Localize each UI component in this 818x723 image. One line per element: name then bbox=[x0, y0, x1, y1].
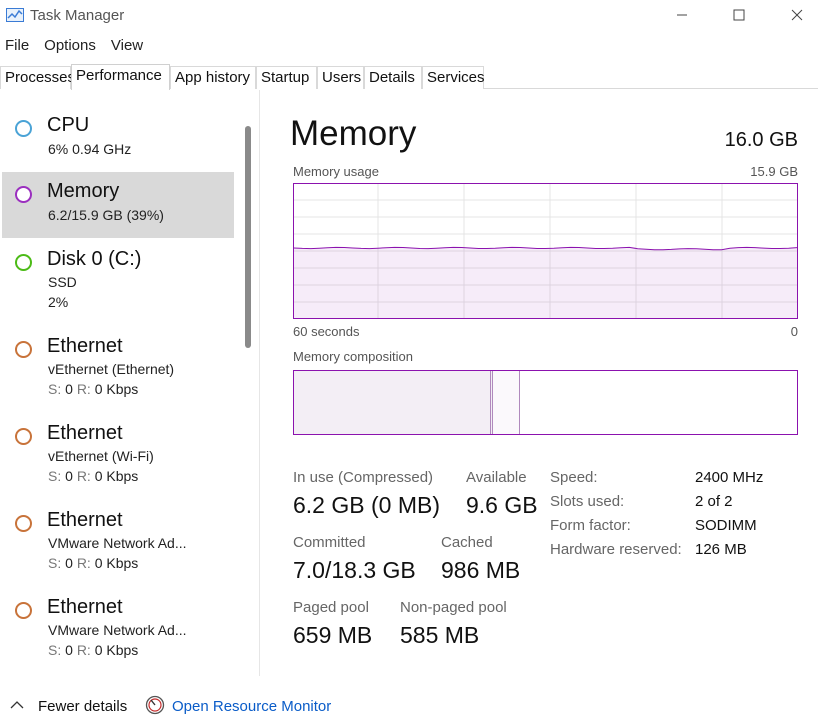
tab-strip: Processes Performance App history Startu… bbox=[0, 64, 818, 90]
tab-app-history[interactable]: App history bbox=[170, 66, 256, 89]
time-axis-right: 0 bbox=[790, 324, 798, 339]
usage-area bbox=[294, 247, 797, 318]
throughput: S: 0 R: 0 Kbps bbox=[48, 642, 139, 658]
composition-standby bbox=[493, 371, 520, 434]
title-bar: Task Manager bbox=[0, 0, 818, 32]
composition-in-use bbox=[294, 371, 491, 434]
maximize-icon bbox=[733, 9, 745, 21]
memory-composition-bar bbox=[293, 370, 798, 435]
resource-monitor-icon[interactable] bbox=[145, 695, 165, 715]
memory-usage-chart bbox=[294, 184, 797, 318]
cpu-indicator-icon bbox=[15, 120, 32, 137]
resource-detail: SSD bbox=[48, 274, 77, 290]
resource-ethernet[interactable]: Ethernet VMware Network Ad... S: 0 R: 0 … bbox=[2, 588, 234, 658]
cached-label: Cached bbox=[441, 534, 493, 551]
resource-title: Memory bbox=[47, 180, 120, 202]
resource-title: Ethernet bbox=[47, 422, 123, 444]
paged-pool-value: 659 MB bbox=[293, 622, 373, 648]
memory-usage-graph bbox=[293, 183, 798, 319]
resource-detail: 6% 0.94 GHz bbox=[48, 141, 132, 157]
time-axis-left: 60 seconds bbox=[293, 324, 360, 339]
tab-users[interactable]: Users bbox=[317, 66, 364, 89]
ethernet-indicator-icon bbox=[15, 428, 32, 445]
resource-detail-2: 2% bbox=[48, 294, 69, 310]
maximize-button[interactable] bbox=[716, 0, 762, 30]
page-title: Memory bbox=[290, 114, 417, 153]
resource-title: Ethernet bbox=[47, 509, 123, 531]
ethernet-indicator-icon bbox=[15, 602, 32, 619]
resource-detail: 6.2/15.9 GB (39%) bbox=[48, 207, 164, 223]
paged-pool-label: Paged pool bbox=[293, 599, 369, 616]
throughput: S: 0 R: 0 Kbps bbox=[48, 468, 139, 484]
available-value: 9.6 GB bbox=[466, 492, 538, 518]
resource-title: Ethernet bbox=[47, 335, 123, 357]
resource-detail: VMware Network Ad... bbox=[48, 622, 187, 638]
resource-detail: VMware Network Ad... bbox=[48, 535, 187, 551]
disk-indicator-icon bbox=[15, 254, 32, 271]
slots-value: 2 of 2 bbox=[695, 493, 733, 510]
open-resource-monitor-link[interactable]: Open Resource Monitor bbox=[172, 698, 331, 715]
tab-performance[interactable]: Performance bbox=[71, 64, 170, 90]
chevron-up-icon[interactable] bbox=[10, 700, 24, 710]
resource-detail: vEthernet (Wi-Fi) bbox=[48, 448, 154, 464]
minimize-icon bbox=[677, 14, 687, 16]
memory-total: 16.0 GB bbox=[724, 129, 798, 151]
resource-cpu[interactable]: CPU 6% 0.94 GHz bbox=[2, 106, 234, 172]
usage-label: Memory usage bbox=[293, 164, 379, 179]
composition-label: Memory composition bbox=[293, 349, 413, 364]
menu-options[interactable]: Options bbox=[39, 34, 100, 56]
hardware-reserved-value: 126 MB bbox=[695, 541, 747, 558]
throughput: S: 0 R: 0 Kbps bbox=[48, 555, 139, 571]
committed-value: 7.0/18.3 GB bbox=[293, 557, 416, 583]
slots-label: Slots used: bbox=[550, 493, 625, 510]
resource-disk[interactable]: Disk 0 (C:) SSD 2% bbox=[2, 240, 234, 310]
menu-view[interactable]: View bbox=[106, 34, 147, 56]
resource-title: Ethernet bbox=[47, 596, 123, 618]
cached-value: 986 MB bbox=[441, 557, 521, 583]
menu-file[interactable]: File bbox=[0, 34, 33, 56]
resource-ethernet[interactable]: Ethernet vEthernet (Ethernet) S: 0 R: 0 … bbox=[2, 327, 234, 397]
fewer-details-link[interactable]: Fewer details bbox=[38, 698, 127, 715]
speed-label: Speed: bbox=[550, 469, 598, 486]
resource-memory[interactable]: Memory 6.2/15.9 GB (39%) bbox=[2, 172, 234, 238]
ethernet-indicator-icon bbox=[15, 515, 32, 532]
throughput: S: 0 R: 0 Kbps bbox=[48, 381, 139, 397]
available-label: Available bbox=[466, 469, 527, 486]
scrollbar-thumb[interactable] bbox=[245, 126, 251, 348]
resource-list: CPU 6% 0.94 GHz Memory 6.2/15.9 GB (39%)… bbox=[0, 90, 260, 676]
pane-divider[interactable] bbox=[259, 90, 260, 676]
nonpaged-pool-value: 585 MB bbox=[400, 622, 480, 648]
resource-ethernet[interactable]: Ethernet VMware Network Ad... S: 0 R: 0 … bbox=[2, 501, 234, 571]
ethernet-indicator-icon bbox=[15, 341, 32, 358]
resource-detail: vEthernet (Ethernet) bbox=[48, 361, 175, 377]
tab-startup[interactable]: Startup bbox=[256, 66, 317, 89]
committed-label: Committed bbox=[293, 534, 366, 551]
minimize-button[interactable] bbox=[659, 0, 705, 30]
memory-indicator-icon bbox=[15, 186, 32, 203]
close-icon bbox=[791, 9, 803, 21]
tab-services[interactable]: Services bbox=[422, 66, 485, 89]
in-use-value: 6.2 GB (0 MB) bbox=[293, 492, 440, 518]
hardware-reserved-label: Hardware reserved: bbox=[550, 541, 682, 558]
form-factor-label: Form factor: bbox=[550, 517, 631, 534]
resource-title: Disk 0 (C:) bbox=[47, 248, 142, 270]
form-factor-value: SODIMM bbox=[695, 517, 757, 534]
task-manager-icon bbox=[6, 8, 24, 22]
nonpaged-pool-label: Non-paged pool bbox=[400, 599, 507, 616]
window-title: Task Manager bbox=[30, 7, 125, 24]
in-use-label: In use (Compressed) bbox=[293, 469, 434, 486]
resource-ethernet[interactable]: Ethernet vEthernet (Wi-Fi) S: 0 R: 0 Kbp… bbox=[2, 414, 234, 484]
speed-value: 2400 MHz bbox=[695, 469, 764, 486]
menu-bar: File Options View bbox=[0, 34, 153, 56]
tab-details[interactable]: Details bbox=[364, 66, 422, 89]
resource-title: CPU bbox=[47, 114, 90, 136]
tab-processes[interactable]: Processes bbox=[0, 66, 75, 89]
usage-max: 15.9 GB bbox=[750, 164, 798, 179]
close-button[interactable] bbox=[774, 0, 818, 30]
